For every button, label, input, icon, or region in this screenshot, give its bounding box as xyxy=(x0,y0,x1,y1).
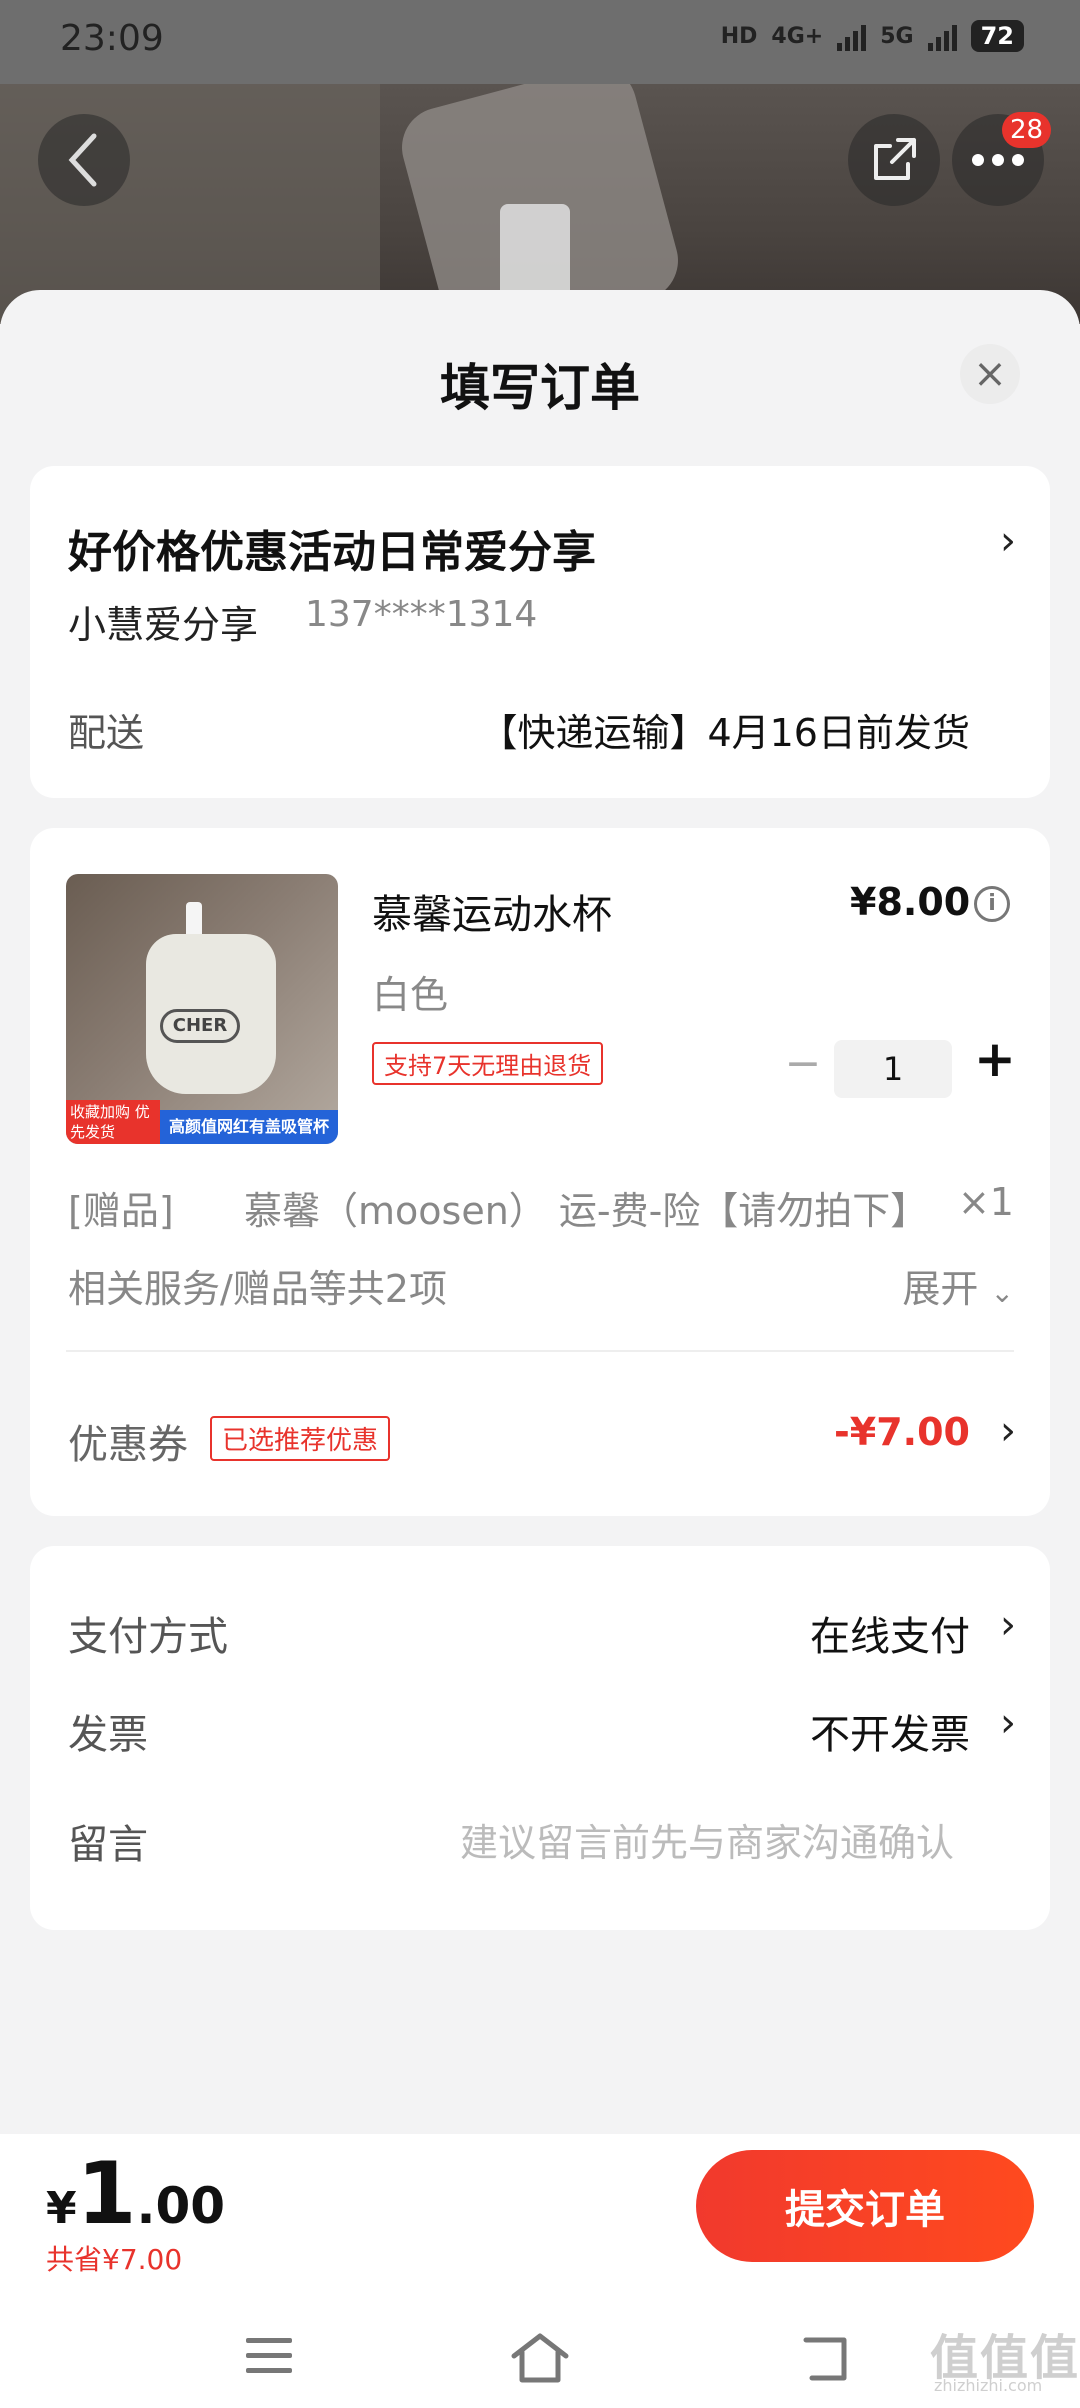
back-nav-icon[interactable] xyxy=(800,2330,850,2386)
quantity-input[interactable]: 1 xyxy=(834,1040,952,1098)
network-4g-label: 4G+ xyxy=(771,23,824,49)
payment-value[interactable]: 在线支付 xyxy=(810,1604,970,1662)
cup-logo-label: CHER xyxy=(160,1009,240,1043)
shipping-value: 【快递运输】4月16日前发货 xyxy=(479,711,970,755)
shipping-label: 配送 xyxy=(68,711,145,755)
battery-indicator: 72 xyxy=(970,20,1024,52)
return-policy-tag: 支持7天无理由退货 xyxy=(372,1042,604,1085)
product-spec: 白色 xyxy=(372,973,449,1017)
chevron-right-icon[interactable]: › xyxy=(1000,1408,1016,1454)
order-sheet: 填写订单 × 好价格优惠活动日常爱分享 › 小慧爱分享 137****1314 … xyxy=(0,290,1080,2408)
coupon-tag: 已选推荐优惠 xyxy=(210,1416,391,1461)
gift-label: [赠品] xyxy=(68,1189,174,1233)
submit-order-button[interactable]: 提交订单 xyxy=(696,2150,1034,2262)
currency-symbol: ¥ xyxy=(46,2183,77,2234)
divider xyxy=(66,1350,1014,1352)
signal-icon xyxy=(837,21,867,51)
expand-label: 展开 xyxy=(902,1267,979,1311)
payment-label: 支付方式 xyxy=(68,1614,228,1660)
coupon-label: 优惠券 xyxy=(68,1422,188,1468)
sheet-title: 填写订单 xyxy=(440,359,640,417)
total-decimal: .00 xyxy=(136,2177,226,2235)
share-icon xyxy=(874,138,916,180)
gift-quantity: ×1 xyxy=(957,1180,1014,1224)
info-icon[interactable]: i xyxy=(974,886,1010,922)
menu-icon[interactable] xyxy=(246,2338,292,2378)
gift-name: 慕馨（moosen） 运-费-险【请勿拍下】 xyxy=(244,1189,929,1233)
chevron-right-icon[interactable]: › xyxy=(1000,1700,1016,1746)
status-bar: 23:09 HD 4G+ 5G 72 xyxy=(0,0,1080,84)
invoice-value[interactable]: 不开发票 xyxy=(810,1702,970,1760)
quantity-increase-button[interactable]: + xyxy=(970,1030,1020,1088)
recipient-name: 小慧爱分享 xyxy=(68,603,259,647)
notification-badge: 28 xyxy=(1002,112,1052,148)
message-input[interactable]: 建议留言前先与商家沟通确认 xyxy=(460,1812,954,1867)
network-5g-label: 5G xyxy=(880,23,914,49)
signal-icon-2 xyxy=(927,21,957,51)
chevron-right-icon[interactable]: › xyxy=(1000,1602,1016,1648)
chevron-right-icon: › xyxy=(1000,518,1016,564)
status-icons: HD 4G+ 5G 72 xyxy=(721,20,1024,52)
recipient-phone: 137****1314 xyxy=(305,594,538,635)
close-button[interactable]: × xyxy=(960,344,1020,404)
image-tag-blue: 高颜值网红有盖吸管杯 xyxy=(160,1110,338,1144)
product-price: ¥8.00 xyxy=(850,880,971,924)
home-icon[interactable] xyxy=(510,2330,570,2386)
hd-indicator: HD xyxy=(720,23,758,49)
message-label: 留言 xyxy=(68,1822,148,1868)
share-button[interactable] xyxy=(848,114,940,206)
address-card[interactable]: 好价格优惠活动日常爱分享 › 小慧爱分享 137****1314 配送 【快递运… xyxy=(30,466,1050,798)
services-summary: 相关服务/赠品等共2项 xyxy=(68,1267,447,1311)
order-total: ¥1.00 xyxy=(46,2144,225,2244)
coupon-value[interactable]: -¥7.00 xyxy=(834,1410,970,1454)
back-button[interactable] xyxy=(38,114,130,206)
product-card: CHER 收藏加购 优先发货 高颜值网红有盖吸管杯 慕馨运动水杯 ¥8.00 i… xyxy=(30,828,1050,1516)
address-title: 好价格优惠活动日常爱分享 xyxy=(68,527,596,578)
chevron-down-icon: ⌄ xyxy=(990,1276,1014,1309)
bottom-bar: ¥1.00 共省¥7.00 提交订单 xyxy=(0,2134,1080,2408)
saved-amount: 共省¥7.00 xyxy=(46,2243,183,2276)
product-name: 慕馨运动水杯 xyxy=(372,892,612,938)
quantity-decrease-button[interactable]: − xyxy=(778,1038,828,1089)
invoice-label: 发票 xyxy=(68,1712,148,1758)
image-tag-red: 收藏加购 优先发货 xyxy=(66,1100,160,1144)
expand-button[interactable]: 展开 ⌄ xyxy=(902,1258,1014,1313)
more-dots-icon xyxy=(972,154,1024,166)
product-thumbnail[interactable]: CHER 收藏加购 优先发货 高颜值网红有盖吸管杯 xyxy=(66,874,338,1144)
watermark-url: zhizhizhi.com xyxy=(934,2376,1043,2395)
total-integer: 1 xyxy=(76,2144,137,2244)
chevron-left-icon xyxy=(68,133,97,187)
status-time: 23:09 xyxy=(60,18,164,59)
system-nav-bar xyxy=(0,2308,1080,2408)
payment-card: 支付方式 在线支付 › 发票 不开发票 › 留言 建议留言前先与商家沟通确认 xyxy=(30,1546,1050,1930)
